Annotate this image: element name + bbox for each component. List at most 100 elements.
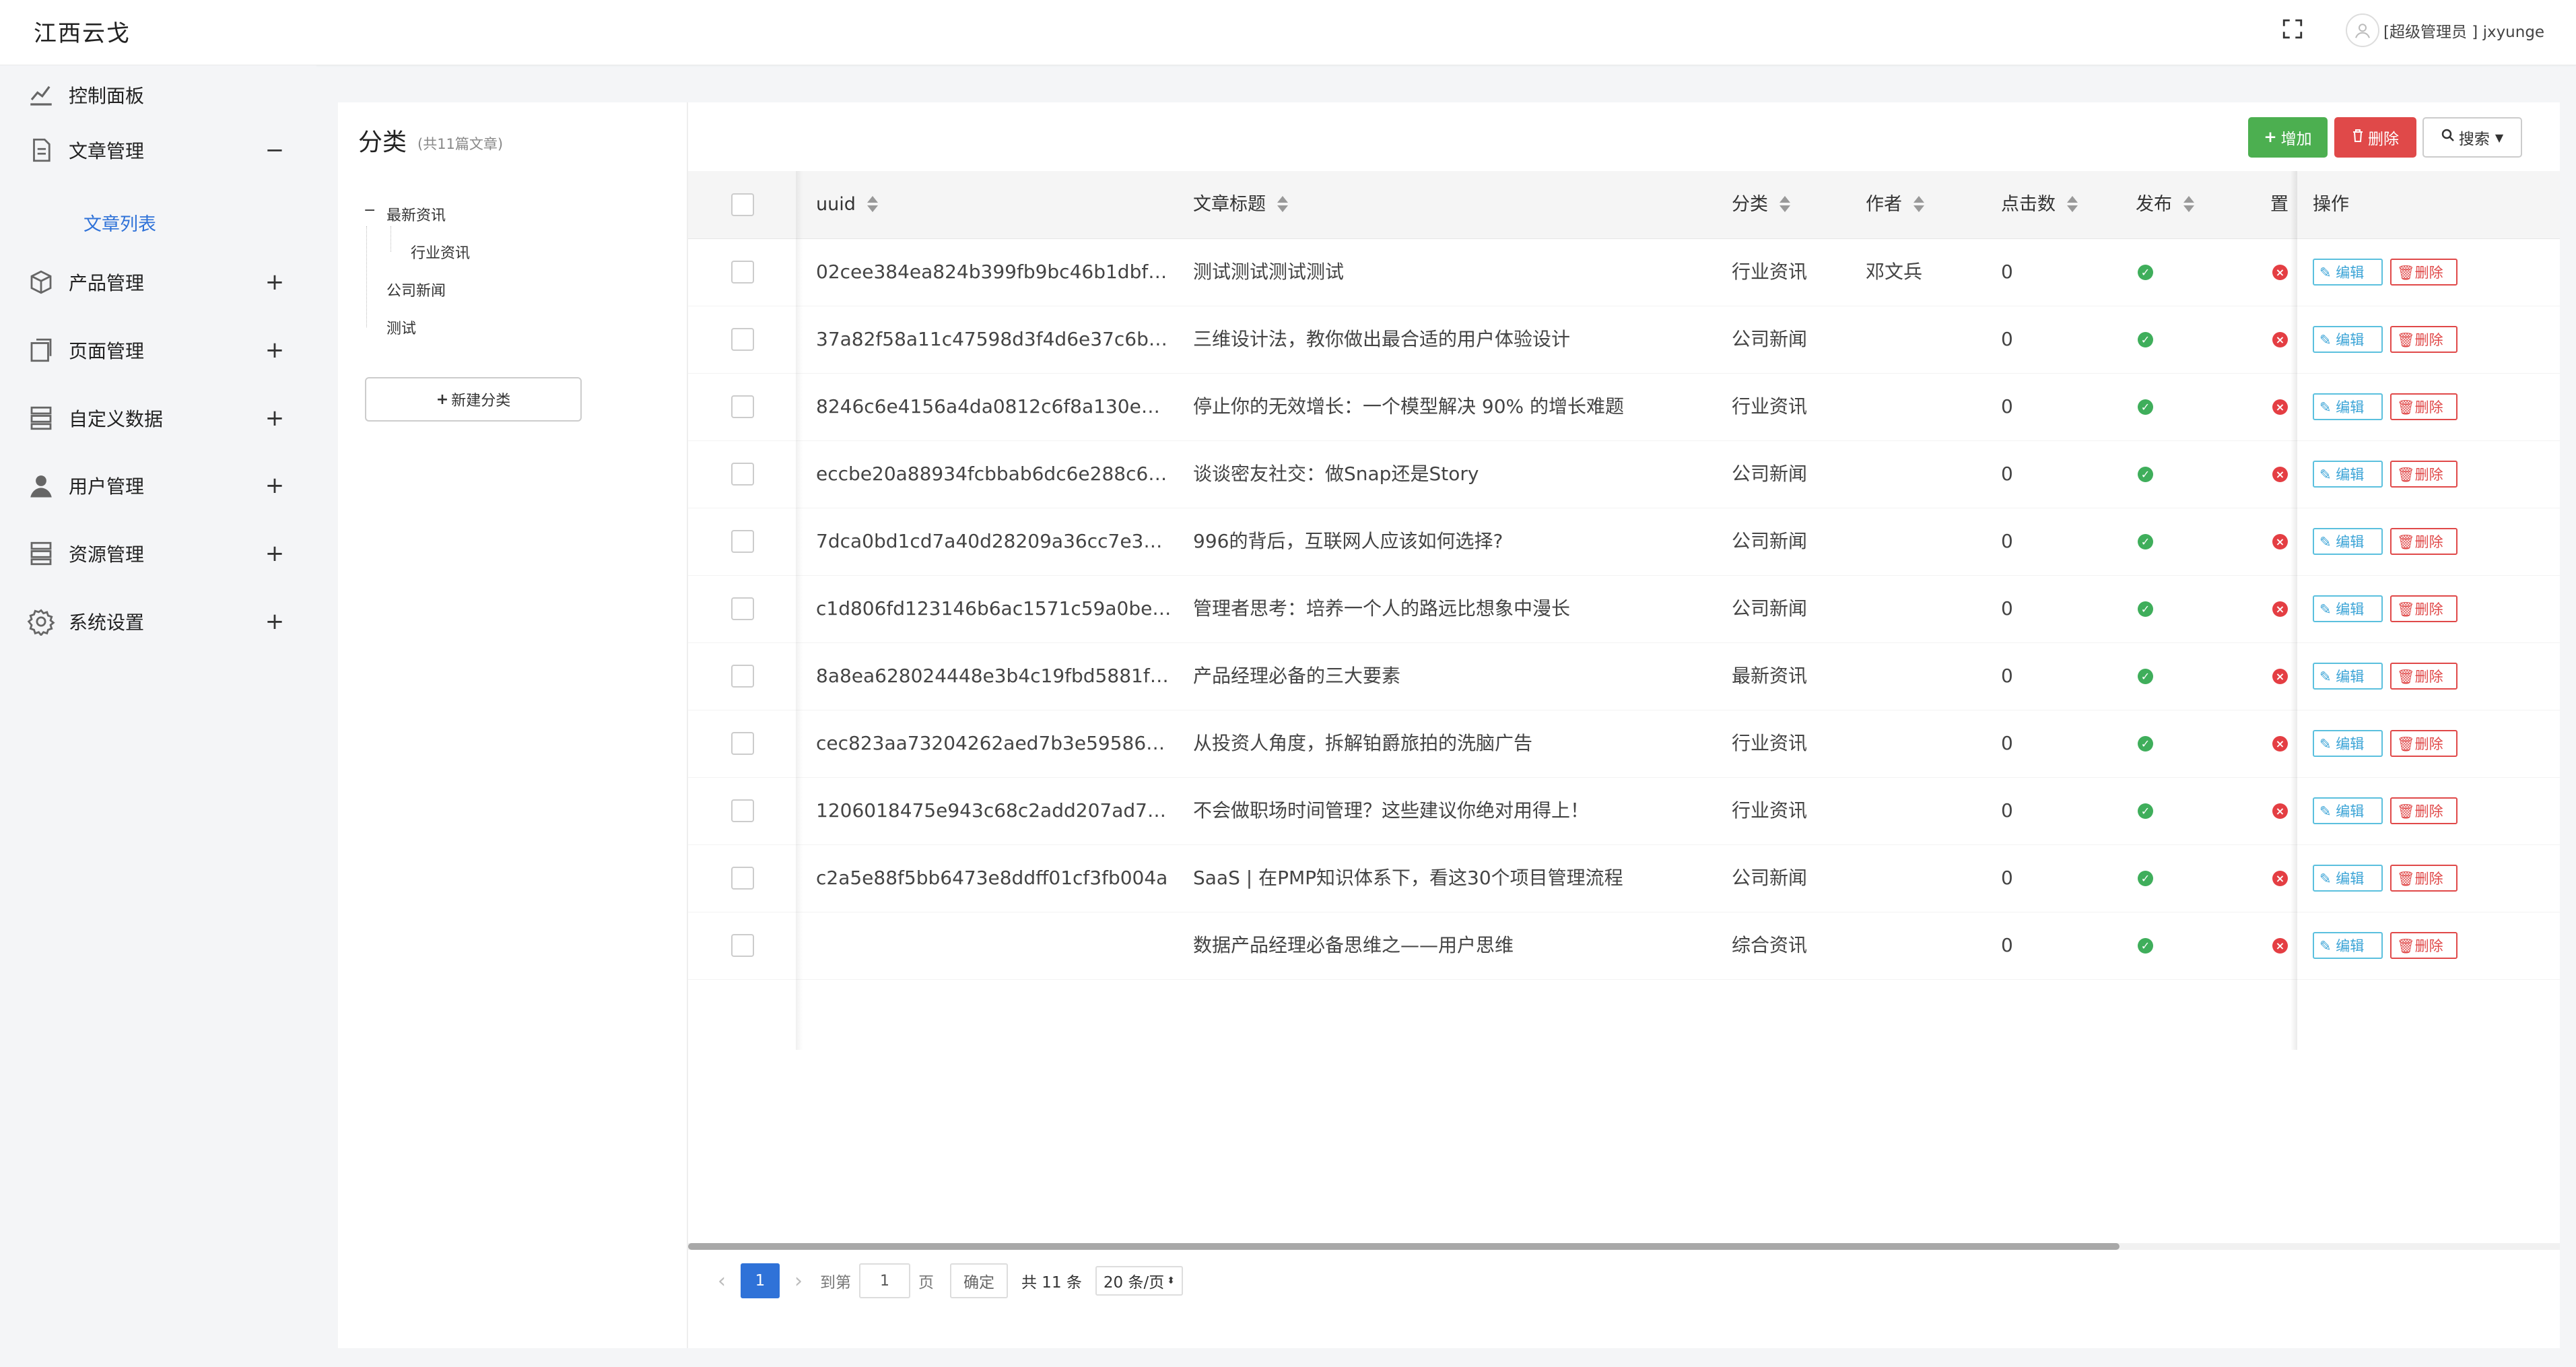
delete-button[interactable]: 删除: [2334, 117, 2416, 158]
expand-icon[interactable]: +: [264, 269, 285, 296]
cell-title[interactable]: SaaS | 在PMP知识体系下，看这30个项目管理流程: [1193, 844, 1718, 912]
search-dropdown-button[interactable]: 搜索 ▼: [2422, 117, 2522, 158]
sort-icon[interactable]: [2066, 195, 2078, 213]
cell-title[interactable]: 三维设计法，教你做出最合适的用户体验设计: [1193, 306, 1718, 373]
row-delete-button[interactable]: 🗑删除: [2390, 393, 2458, 420]
edit-button[interactable]: ✎ 编辑: [2313, 797, 2383, 824]
x-circle-icon[interactable]: ×: [2272, 534, 2288, 549]
sort-icon[interactable]: [867, 195, 879, 213]
row-delete-button[interactable]: 🗑删除: [2390, 528, 2458, 555]
row-delete-button[interactable]: 🗑删除: [2390, 797, 2458, 824]
x-circle-icon[interactable]: ×: [2272, 265, 2288, 280]
sidebar-item-resources[interactable]: 资源管理 +: [0, 527, 316, 580]
check-circle-icon[interactable]: ✓: [2138, 265, 2153, 280]
row-delete-button[interactable]: 🗑删除: [2390, 865, 2458, 892]
sidebar-item-articles[interactable]: 文章管理 −: [0, 123, 316, 177]
check-circle-icon[interactable]: ✓: [2138, 938, 2153, 954]
tree-node-industry-news[interactable]: 行业资讯: [411, 241, 470, 263]
table-row[interactable]: 8a8ea628024448e3b4c19fbd5881fb93 产品经理必备的三…: [688, 642, 2560, 710]
x-circle-icon[interactable]: ×: [2272, 399, 2288, 415]
cell-title[interactable]: 测试测试测试测试: [1193, 238, 1718, 306]
column-header-published[interactable]: 发布: [2136, 171, 2195, 238]
check-circle-icon[interactable]: ✓: [2138, 534, 2153, 549]
sidebar-item-pages[interactable]: 页面管理 +: [0, 323, 316, 377]
cell-title[interactable]: 996的背后，互联网人应该如何选择?: [1193, 508, 1718, 575]
cell-title[interactable]: 不会做职场时间管理？这些建议你绝对用得上！: [1193, 777, 1718, 844]
scrollbar-thumb[interactable]: [688, 1243, 2120, 1250]
column-header-top[interactable]: 置: [2270, 171, 2289, 238]
sort-icon[interactable]: [1277, 195, 1289, 213]
cell-title[interactable]: 数据产品经理必备思维之——用户思维: [1193, 912, 1718, 979]
table-row[interactable]: 8246c6e4156a4da0812c6f8a130e87c7 停止你的无效增长…: [688, 373, 2560, 441]
row-checkbox[interactable]: [731, 867, 754, 890]
select-all-checkbox[interactable]: [731, 193, 754, 216]
edit-button[interactable]: ✎ 编辑: [2313, 326, 2383, 353]
table-row[interactable]: 7dca0bd1cd7a40d28209a36cc7e3cb... 996的背后，…: [688, 508, 2560, 576]
column-header-uuid[interactable]: uuid: [816, 171, 879, 238]
sidebar-item-dashboard[interactable]: 控制面板: [0, 68, 316, 122]
check-circle-icon[interactable]: ✓: [2138, 736, 2153, 752]
horizontal-scrollbar[interactable]: [688, 1243, 2560, 1250]
x-circle-icon[interactable]: ×: [2272, 601, 2288, 617]
row-checkbox[interactable]: [731, 934, 754, 957]
cell-title[interactable]: 从投资人角度，拆解铂爵旅拍的洗脑广告: [1193, 710, 1718, 777]
tree-node-latest-news[interactable]: 最新资讯: [386, 203, 446, 225]
sidebar-item-custom-data[interactable]: 自定义数据 +: [0, 391, 316, 445]
column-header-clicks[interactable]: 点击数: [2001, 171, 2078, 238]
row-delete-button[interactable]: 🗑删除: [2390, 259, 2458, 286]
table-row[interactable]: c2a5e88f5bb6473e8ddff01cf3fb004a SaaS | 在…: [688, 844, 2560, 912]
expand-icon[interactable]: +: [264, 540, 285, 567]
user-menu[interactable]: [超级管理员 ] jxyunge: [2346, 13, 2544, 47]
row-checkbox[interactable]: [731, 261, 754, 284]
cell-title[interactable]: 管理者思考：培养一个人的路远比想象中漫长: [1193, 575, 1718, 642]
edit-button[interactable]: ✎ 编辑: [2313, 528, 2383, 555]
check-circle-icon[interactable]: ✓: [2138, 399, 2153, 415]
page-1-button[interactable]: 1: [741, 1263, 780, 1298]
sidebar-item-users[interactable]: 用户管理 +: [0, 459, 316, 512]
sort-icon[interactable]: [1779, 195, 1791, 213]
table-row[interactable]: eccbe20a88934fcbbab6dc6e288c6486 谈谈密友社交：做…: [688, 440, 2560, 508]
sort-icon[interactable]: [2183, 195, 2195, 213]
sort-icon[interactable]: [1913, 195, 1925, 213]
page-size-select[interactable]: 20 条/页 ⬍: [1095, 1266, 1183, 1296]
row-checkbox[interactable]: [731, 463, 754, 486]
edit-button[interactable]: ✎ 编辑: [2313, 932, 2383, 959]
row-delete-button[interactable]: 🗑删除: [2390, 932, 2458, 959]
edit-button[interactable]: ✎ 编辑: [2313, 865, 2383, 892]
tree-toggle-icon[interactable]: −: [364, 202, 376, 219]
row-checkbox[interactable]: [731, 597, 754, 620]
table-row[interactable]: 1206018475e943c68c2add207ad7cbbf 不会做职场时间管…: [688, 777, 2560, 845]
goto-confirm-button[interactable]: 确定: [950, 1263, 1008, 1298]
x-circle-icon[interactable]: ×: [2272, 871, 2288, 886]
add-button[interactable]: + 增加: [2248, 117, 2328, 158]
row-delete-button[interactable]: 🗑删除: [2390, 461, 2458, 488]
check-circle-icon[interactable]: ✓: [2138, 467, 2153, 482]
row-delete-button[interactable]: 🗑删除: [2390, 326, 2458, 353]
expand-icon[interactable]: +: [264, 472, 285, 499]
cell-title[interactable]: 产品经理必备的三大要素: [1193, 642, 1718, 710]
expand-icon[interactable]: +: [264, 608, 285, 635]
cell-title[interactable]: 谈谈密友社交：做Snap还是Story: [1193, 440, 1718, 508]
sidebar-subitem-article-list[interactable]: 文章列表: [83, 209, 156, 236]
row-checkbox[interactable]: [731, 799, 754, 822]
table-row[interactable]: cec823aa73204262aed7b3e59586d0d9 从投资人角度，拆…: [688, 710, 2560, 778]
column-header-title[interactable]: 文章标题: [1193, 171, 1289, 238]
row-delete-button[interactable]: 🗑删除: [2390, 730, 2458, 757]
expand-icon[interactable]: +: [264, 405, 285, 432]
prev-page-icon[interactable]: ‹: [708, 1262, 735, 1300]
edit-button[interactable]: ✎ 编辑: [2313, 461, 2383, 488]
check-circle-icon[interactable]: ✓: [2138, 669, 2153, 684]
row-delete-button[interactable]: 🗑删除: [2390, 595, 2458, 622]
x-circle-icon[interactable]: ×: [2272, 332, 2288, 347]
collapse-icon[interactable]: −: [264, 137, 285, 164]
check-circle-icon[interactable]: ✓: [2138, 332, 2153, 347]
edit-button[interactable]: ✎ 编辑: [2313, 259, 2383, 286]
table-row[interactable]: 02cee384ea824b399fb9bc46b1dbf17f 测试测试测试测试…: [688, 238, 2560, 306]
x-circle-icon[interactable]: ×: [2272, 736, 2288, 752]
x-circle-icon[interactable]: ×: [2272, 938, 2288, 954]
goto-page-input[interactable]: [859, 1263, 910, 1298]
row-checkbox[interactable]: [731, 732, 754, 755]
tree-node-test[interactable]: 测试: [386, 316, 416, 338]
check-circle-icon[interactable]: ✓: [2138, 871, 2153, 886]
row-checkbox[interactable]: [731, 328, 754, 351]
